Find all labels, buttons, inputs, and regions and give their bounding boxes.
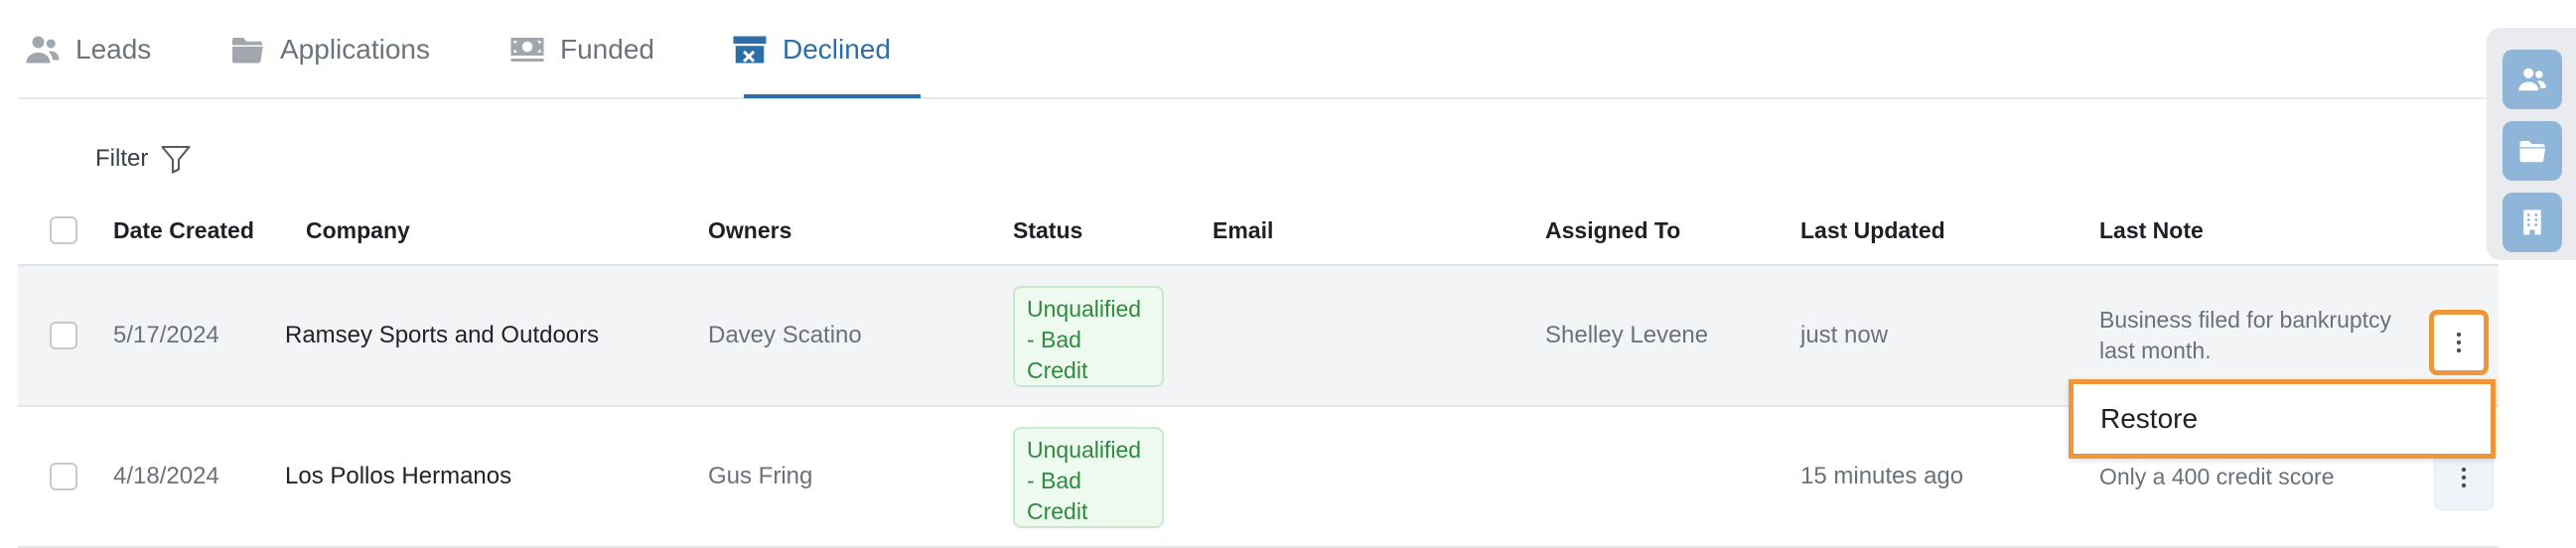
- money-icon: [508, 31, 546, 68]
- kebab-menu-icon: [2461, 467, 2467, 488]
- rail-contacts-button[interactable]: [2503, 50, 2562, 109]
- archive-x-icon: [731, 31, 769, 68]
- building-icon: [2523, 209, 2541, 235]
- column-header-status[interactable]: Status: [1013, 197, 1082, 264]
- column-header-company[interactable]: Company: [306, 197, 410, 264]
- right-rail: [2487, 28, 2576, 260]
- date-created-cell: 4/18/2024: [113, 463, 219, 489]
- kebab-menu-icon: [2456, 332, 2462, 353]
- filter-icon: [161, 145, 191, 174]
- filter-button[interactable]: Filter: [95, 139, 194, 179]
- tab-label: Funded: [560, 34, 654, 65]
- restore-menu-item[interactable]: Restore: [2100, 384, 2198, 454]
- tab-declined[interactable]: Declined: [731, 0, 891, 99]
- folder-icon: [2519, 141, 2546, 163]
- row-checkbox[interactable]: [50, 463, 77, 490]
- users-icon: [2518, 68, 2546, 91]
- owners-cell: Davey Scatino: [708, 322, 862, 348]
- column-header-date-created[interactable]: Date Created: [113, 197, 254, 264]
- column-header-last-updated[interactable]: Last Updated: [1800, 197, 1945, 264]
- assigned-to-cell: Shelley Levene: [1545, 322, 1709, 348]
- folder-icon: [228, 31, 266, 68]
- last-updated-cell: just now: [1800, 322, 1889, 348]
- rail-company-button[interactable]: [2503, 193, 2562, 252]
- column-header-email[interactable]: Email: [1213, 197, 1273, 264]
- rail-files-button[interactable]: [2503, 121, 2562, 181]
- date-created-cell: 5/17/2024: [113, 322, 219, 348]
- filter-label: Filter: [95, 145, 149, 172]
- tab-applications[interactable]: Applications: [228, 0, 430, 99]
- status-badge: Unqualified - Bad Credit: [1013, 286, 1164, 387]
- tab-label: Declined: [783, 34, 891, 65]
- column-header-owners[interactable]: Owners: [708, 197, 791, 264]
- table-header: Date Created Company Owners Status Email…: [18, 197, 2499, 266]
- column-header-last-note[interactable]: Last Note: [2099, 197, 2204, 264]
- status-badge: Unqualified - Bad Credit: [1013, 427, 1164, 528]
- column-header-assigned-to[interactable]: Assigned To: [1545, 197, 1680, 264]
- users-icon: [24, 31, 62, 68]
- company-cell[interactable]: Ramsey Sports and Outdoors: [285, 266, 599, 405]
- active-tab-indicator: [744, 94, 921, 98]
- row-actions-button[interactable]: [2429, 310, 2489, 375]
- row-checkbox[interactable]: [50, 322, 77, 349]
- company-cell[interactable]: Los Pollos Hermanos: [285, 407, 511, 546]
- tab-leads[interactable]: Leads: [24, 0, 151, 99]
- owners-cell: Gus Fring: [708, 463, 813, 489]
- tab-bar: Leads Applications Funded Declined: [18, 0, 2575, 99]
- select-all-checkbox[interactable]: [50, 216, 77, 244]
- tab-label: Applications: [280, 34, 430, 65]
- last-updated-cell: 15 minutes ago: [1800, 463, 1964, 489]
- tab-label: Leads: [75, 34, 152, 65]
- row-actions-menu: Restore: [2069, 379, 2496, 459]
- tab-funded[interactable]: Funded: [508, 0, 654, 99]
